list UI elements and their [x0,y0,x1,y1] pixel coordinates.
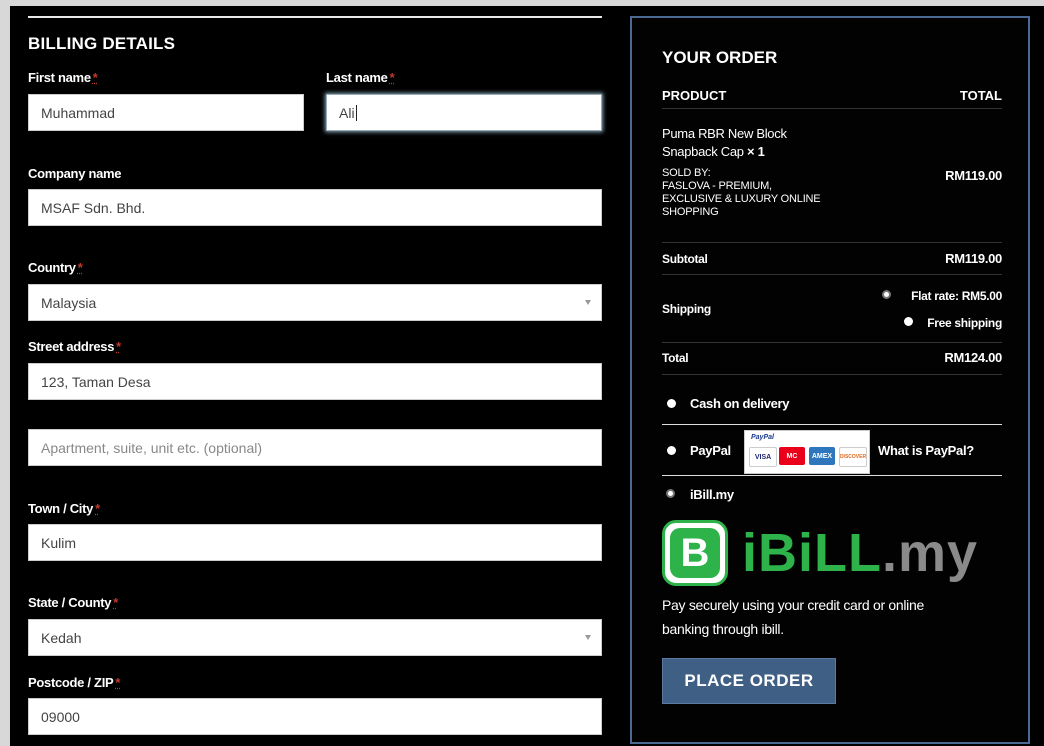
last-name-input[interactable]: Ali [326,94,602,131]
ibill-logo: B iBiLL.my [662,518,1002,592]
mastercard-icon: MC [779,447,805,465]
state-county-select[interactable]: Kedah [28,619,602,656]
divider [662,108,1002,109]
chevron-down-icon [585,635,591,640]
checkout-page: BILLING DETAILS First name * Muhammad Las… [10,6,1044,746]
ibill-radio[interactable] [666,489,675,498]
country-label: Country * [28,260,83,275]
state-county-label: State / County * [28,595,118,610]
ibill-description: Pay securely using your credit card or o… [662,597,924,637]
divider [662,242,1002,243]
cod-label[interactable]: Cash on delivery [690,396,790,411]
item-price: RM119.00 [945,168,1002,183]
divider [28,16,602,18]
sold-by-text: SOLD BY: FASLOVA - PREMIUM, EXCLUSIVE & … [662,167,821,218]
paypal-radio[interactable] [667,446,676,455]
billing-details-form: BILLING DETAILS First name * Muhammad Las… [28,6,602,746]
col-product-header: PRODUCT [662,88,727,103]
cod-radio[interactable] [667,399,676,408]
billing-title: BILLING DETAILS [28,34,176,53]
total-label: Total [662,351,689,365]
ibill-logo-icon: B [662,520,728,586]
product-name[interactable]: Puma RBR New Block Snapback Cap × 1 [662,125,787,161]
col-total-header: TOTAL [959,88,1002,103]
total-value: RM124.00 [944,350,1002,365]
first-name-label: First name * [28,70,98,85]
paypal-label[interactable]: PayPal [690,443,731,458]
shipping-free-radio[interactable] [904,317,913,326]
subtotal-value: RM119.00 [945,251,1002,266]
place-order-button[interactable]: PLACE ORDER [662,658,836,704]
divider [662,424,1002,425]
last-name-label: Last name * [326,70,395,85]
postcode-label: Postcode / ZIP * [28,675,121,690]
street-address-label: Street address * [28,339,121,354]
discover-card-icon: DISCOVER [839,447,867,467]
first-name-input[interactable]: Muhammad [28,94,304,131]
divider [662,374,1002,375]
order-review-panel: YOUR ORDER PRODUCT TOTAL Puma RBR New Bl… [630,16,1030,744]
order-title: YOUR ORDER [662,48,778,67]
postcode-input[interactable]: 09000 [28,698,602,735]
shipping-flat-rate-label[interactable]: Flat rate: RM5.00 [911,289,1002,303]
shipping-flat-rate-radio[interactable] [882,290,891,299]
shipping-label: Shipping [662,302,711,316]
town-city-input[interactable]: Kulim [28,524,602,561]
town-city-label: Town / City * [28,501,100,516]
paypal-logo: PayPal [751,434,774,441]
ibill-label[interactable]: iBill.my [690,487,734,502]
apartment-input[interactable]: Apartment, suite, unit etc. (optional) [28,429,602,466]
divider [662,342,1002,343]
ibill-logo-wordmark: iBiLL.my [742,523,979,583]
company-name-label: Company name [28,166,122,181]
visa-card-icon: VISA [749,447,777,467]
divider [662,475,1002,476]
chevron-down-icon [585,300,591,305]
shipping-free-label[interactable]: Free shipping [927,316,1002,330]
text-cursor [355,104,357,121]
subtotal-label: Subtotal [662,252,708,266]
amex-card-icon: AMEX [809,447,835,465]
country-select[interactable]: Malaysia [28,284,602,321]
paypal-cards-image: PayPal VISA MC AMEX DISCOVER [744,430,870,474]
company-name-input[interactable]: MSAF Sdn. Bhd. [28,189,602,226]
what-is-paypal-link[interactable]: What is PayPal? [878,443,974,458]
street-address-input[interactable]: 123, Taman Desa [28,363,602,400]
divider [662,274,1002,275]
